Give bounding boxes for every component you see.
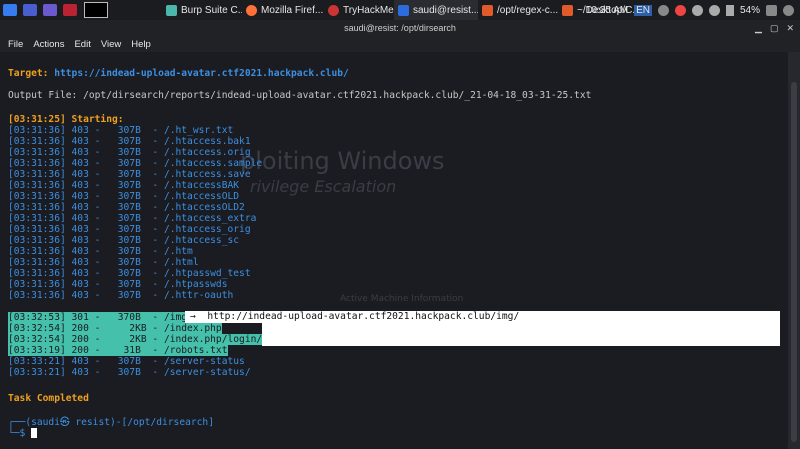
terminal-scrollbar[interactable] (788, 52, 800, 449)
minimize-icon[interactable]: ▁ (755, 23, 762, 34)
chrome-icon[interactable] (674, 4, 686, 16)
prompt-header: ┌──(saudi㉿ resist)-[/opt/dirsearch] (8, 417, 214, 428)
result-line-highlighted: [03:32:53] 301 - 370B - /img (8, 312, 188, 323)
top-panel: Burp Suite C... Mozilla Firef... TryHack… (0, 0, 800, 20)
terminal-icon (398, 4, 409, 16)
window-titlebar[interactable]: saudi@resist: /opt/dirsearch ▁ ▢ ✕ (0, 20, 800, 36)
kali-menu-icon[interactable] (3, 4, 17, 16)
task-label: Mozilla Firef... (261, 4, 324, 16)
folder-icon (482, 4, 493, 16)
menu-file[interactable]: File (8, 39, 23, 50)
result-line: [03:31:36] 403 - 307B - /.htaccess.orig (8, 147, 251, 158)
task-terminal[interactable]: saudi@resist... (394, 0, 478, 20)
task-tryhackme[interactable]: TryHackMe | (324, 0, 394, 20)
prompt-input-line[interactable]: └─$ (8, 428, 38, 439)
scrollbar-thumb[interactable] (791, 82, 797, 442)
menu-edit[interactable]: Edit (74, 39, 90, 50)
clock[interactable]: 10:35 AM (586, 5, 628, 16)
result-line: [03:31:36] 403 - 307B - /.htaccessOLD2 (8, 202, 245, 213)
task-label: /opt/regex-c... (497, 4, 558, 16)
result-line: [03:31:36] 403 - 307B - /.htpasswd_test (8, 268, 251, 279)
menu-actions[interactable]: Actions (33, 39, 64, 50)
result-line: [03:31:36] 403 - 307B - /.httr-oauth (8, 290, 234, 301)
task-label: TryHackMe | (343, 4, 394, 16)
task-label: saudi@resist... (413, 4, 478, 16)
battery-level: 54% (739, 4, 760, 16)
result-line: [03:31:36] 403 - 307B - /.htaccessBAK (8, 180, 240, 191)
redaction-overlay (262, 323, 780, 346)
network-icon[interactable] (657, 4, 669, 16)
browser-tab-icon (328, 4, 339, 16)
menu-help[interactable]: Help (131, 39, 151, 50)
prompt-symbol: └─$ (8, 428, 32, 439)
keyboard-layout[interactable]: EN (634, 4, 652, 16)
task-completed-line: Task Completed (8, 393, 89, 404)
task-regex[interactable]: /opt/regex-c... (478, 0, 558, 20)
result-line-highlighted: [03:33:19] 200 - 31B - /robots.txt (8, 345, 228, 356)
window-title: saudi@resist: /opt/dirsearch (344, 23, 456, 33)
firefox-icon (246, 4, 257, 16)
notification-icon[interactable] (708, 4, 720, 16)
close-icon[interactable]: ✕ (786, 23, 794, 34)
result-line: [03:33:21] 403 - 307B - /server-status/ (8, 367, 251, 378)
result-line: [03:31:36] 403 - 307B - /.htpasswds (8, 279, 228, 290)
background-heading: ploiting Windows (240, 147, 445, 175)
task-label: Burp Suite C... (181, 4, 242, 16)
result-line-highlighted: [03:32:54] 200 - 2KB - /index.php (8, 323, 222, 334)
result-line: [03:31:36] 403 - 307B - /.htaccessOLD (8, 191, 240, 202)
menubar: File Actions Edit View Help (0, 36, 800, 52)
background-subheading: rivilege Escalation (250, 177, 397, 196)
target-url: https://indead-upload-avatar.ctf2021.hac… (54, 68, 349, 79)
result-line: [03:31:36] 403 - 307B - /.htm (8, 246, 193, 257)
result-line: [03:31:36] 403 - 307B - /.ht_wsr.txt (8, 125, 234, 136)
system-tray: 10:35 AM EN 54% (586, 0, 800, 20)
result-line: [03:31:36] 403 - 307B - /.html (8, 257, 199, 268)
terminal-launcher-icon[interactable] (63, 4, 77, 16)
result-line: [03:31:36] 403 - 307B - /.htaccess_sc (8, 235, 240, 246)
result-line: [03:31:36] 403 - 307B - /.htaccess.sampl… (8, 158, 263, 169)
task-firefox[interactable]: Mozilla Firef... (242, 0, 324, 20)
battery-icon[interactable] (725, 4, 734, 16)
redirect-target: → http://indead-upload-avatar.ctf2021.ha… (190, 311, 520, 322)
result-line: [03:31:36] 403 - 307B - /.htaccess.bak1 (8, 136, 251, 147)
target-label: Target: (8, 68, 55, 79)
power-icon[interactable] (783, 4, 794, 16)
target-line: Target: https://indead-upload-avatar.ctf… (8, 68, 349, 79)
text-cursor (31, 428, 38, 438)
workspace-switcher[interactable] (84, 2, 108, 18)
maximize-icon[interactable]: ▢ (770, 23, 779, 34)
starting-line: [03:31:25] Starting: (8, 114, 124, 125)
burp-icon (166, 4, 177, 16)
folder-icon (562, 4, 573, 16)
result-line-highlighted: [03:32:54] 200 - 2KB - /index.php/login/ (8, 334, 263, 345)
task-burp[interactable]: Burp Suite C... (162, 0, 242, 20)
menu-view[interactable]: View (101, 39, 121, 50)
result-line: [03:31:36] 403 - 307B - /.htaccess_extra (8, 213, 257, 224)
result-line: [03:33:21] 403 - 307B - /server-status (8, 356, 245, 367)
result-line: [03:31:36] 403 - 307B - /.htaccess.save (8, 169, 251, 180)
show-desktop-icon[interactable] (23, 4, 37, 16)
files-icon[interactable] (43, 4, 57, 16)
result-line: [03:31:36] 403 - 307B - /.htaccess_orig (8, 224, 251, 235)
lock-icon[interactable] (766, 4, 777, 16)
background-machine-label: Active Machine Information (340, 294, 464, 304)
output-file-line: Output File: /opt/dirsearch/reports/inde… (8, 90, 592, 101)
audio-icon[interactable] (691, 4, 703, 16)
terminal-output[interactable]: ploiting Windows rivilege Escalation Act… (0, 52, 788, 449)
